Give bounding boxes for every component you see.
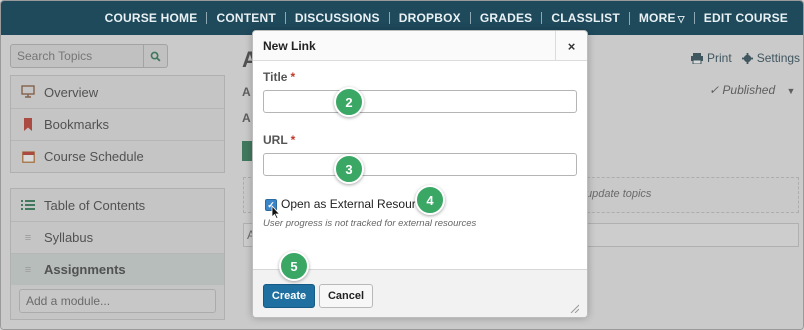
title-input[interactable] [263,90,577,113]
nav-more-label: MORE [638,10,676,25]
print-link[interactable]: Print [707,51,732,65]
printer-icon [691,52,703,64]
content-row-label: A [242,111,251,125]
nav-discussions[interactable]: DISCUSSIONS [284,12,389,24]
title-field-label: Title * [263,70,295,84]
app-frame: COURSE HOME CONTENT DISCUSSIONS DROPBOX … [0,0,804,330]
content-row-label: A [242,85,251,99]
sidebar-item-overview[interactable]: Overview [11,76,224,108]
add-module-input[interactable]: Add a module... [19,289,216,313]
callout-5: 5 [279,251,309,281]
mouse-cursor-icon [271,205,281,219]
cancel-button[interactable]: Cancel [319,284,373,308]
drag-handle-icon[interactable]: ≡ [21,264,35,276]
required-marker: * [290,133,296,147]
settings-link[interactable]: Settings [757,51,800,65]
external-resource-help: User progress is not tracked for externa… [263,218,477,229]
url-label-text: URL [263,133,288,147]
nav-content[interactable]: CONTENT [206,12,284,24]
page-actions: Print Settings [691,51,803,65]
overview-icon [21,85,35,99]
sidebar-item-label: Bookmarks [44,117,110,132]
sidebar-item-label: Overview [44,84,99,100]
sidebar-item-syllabus[interactable]: ≡ Syllabus [11,221,224,253]
nav-dropbox[interactable]: DROPBOX [388,12,470,24]
sidebar-item-label: Table of Contents [44,197,146,213]
drop-zone-hint: update topics [586,188,652,200]
drag-handle-icon[interactable]: ≡ [21,232,35,244]
sidebar-item-table-of-contents[interactable]: Table of Contents [11,189,224,221]
bookmark-icon [21,117,35,132]
gear-icon [741,52,753,64]
search-button[interactable] [144,44,168,68]
callout-3: 3 [334,154,364,184]
close-button[interactable]: × [555,31,587,61]
dialog-title: New Link [263,39,316,53]
resize-handle-icon[interactable] [569,303,579,313]
nav-more[interactable]: MORE ▽ [628,10,694,25]
required-marker: * [290,70,296,84]
nav-course-home[interactable]: COURSE HOME [96,12,207,24]
status-label: Published [722,83,776,97]
close-icon: × [567,38,576,54]
nav-edit-course[interactable]: EDIT COURSE [693,12,797,24]
external-resource-label[interactable]: Open as External Resource [281,197,428,211]
sidebar-item-assignments[interactable]: ≡ Assignments [11,253,224,285]
nav-classlist[interactable]: CLASSLIST [541,12,628,24]
sidebar-item-course-schedule[interactable]: Course Schedule [11,140,224,172]
sidebar-nav-group: Overview Bookmarks Course Schedule [10,75,225,173]
sidebar-item-label: Course Schedule [44,149,144,164]
sidebar-toc-group: Table of Contents ≡ Syllabus ≡ Assignmen… [10,188,225,320]
checkmark-icon: ✓ [709,83,720,97]
sidebar-item-label: Assignments [44,262,126,277]
callout-2: 2 [334,87,364,117]
url-field-label: URL * [263,133,295,147]
sidebar-item-label: Syllabus [44,230,94,245]
search-icon [150,51,161,62]
callout-4: 4 [415,185,445,215]
list-icon [21,198,35,212]
url-input[interactable] [263,153,577,176]
sidebar-item-bookmarks[interactable]: Bookmarks [11,108,224,140]
chevron-down-icon: ▽ [677,13,685,24]
chevron-down-icon: ▼ [786,86,796,96]
dialog-header: New Link × [253,31,587,61]
search-topics-input[interactable]: Search Topics [10,44,144,68]
title-label-text: Title [263,70,288,84]
create-button[interactable]: Create [263,284,315,308]
status-badge[interactable]: ✓ Published ▼ [709,83,795,97]
calendar-icon [21,150,35,164]
nav-grades[interactable]: GRADES [469,12,542,24]
